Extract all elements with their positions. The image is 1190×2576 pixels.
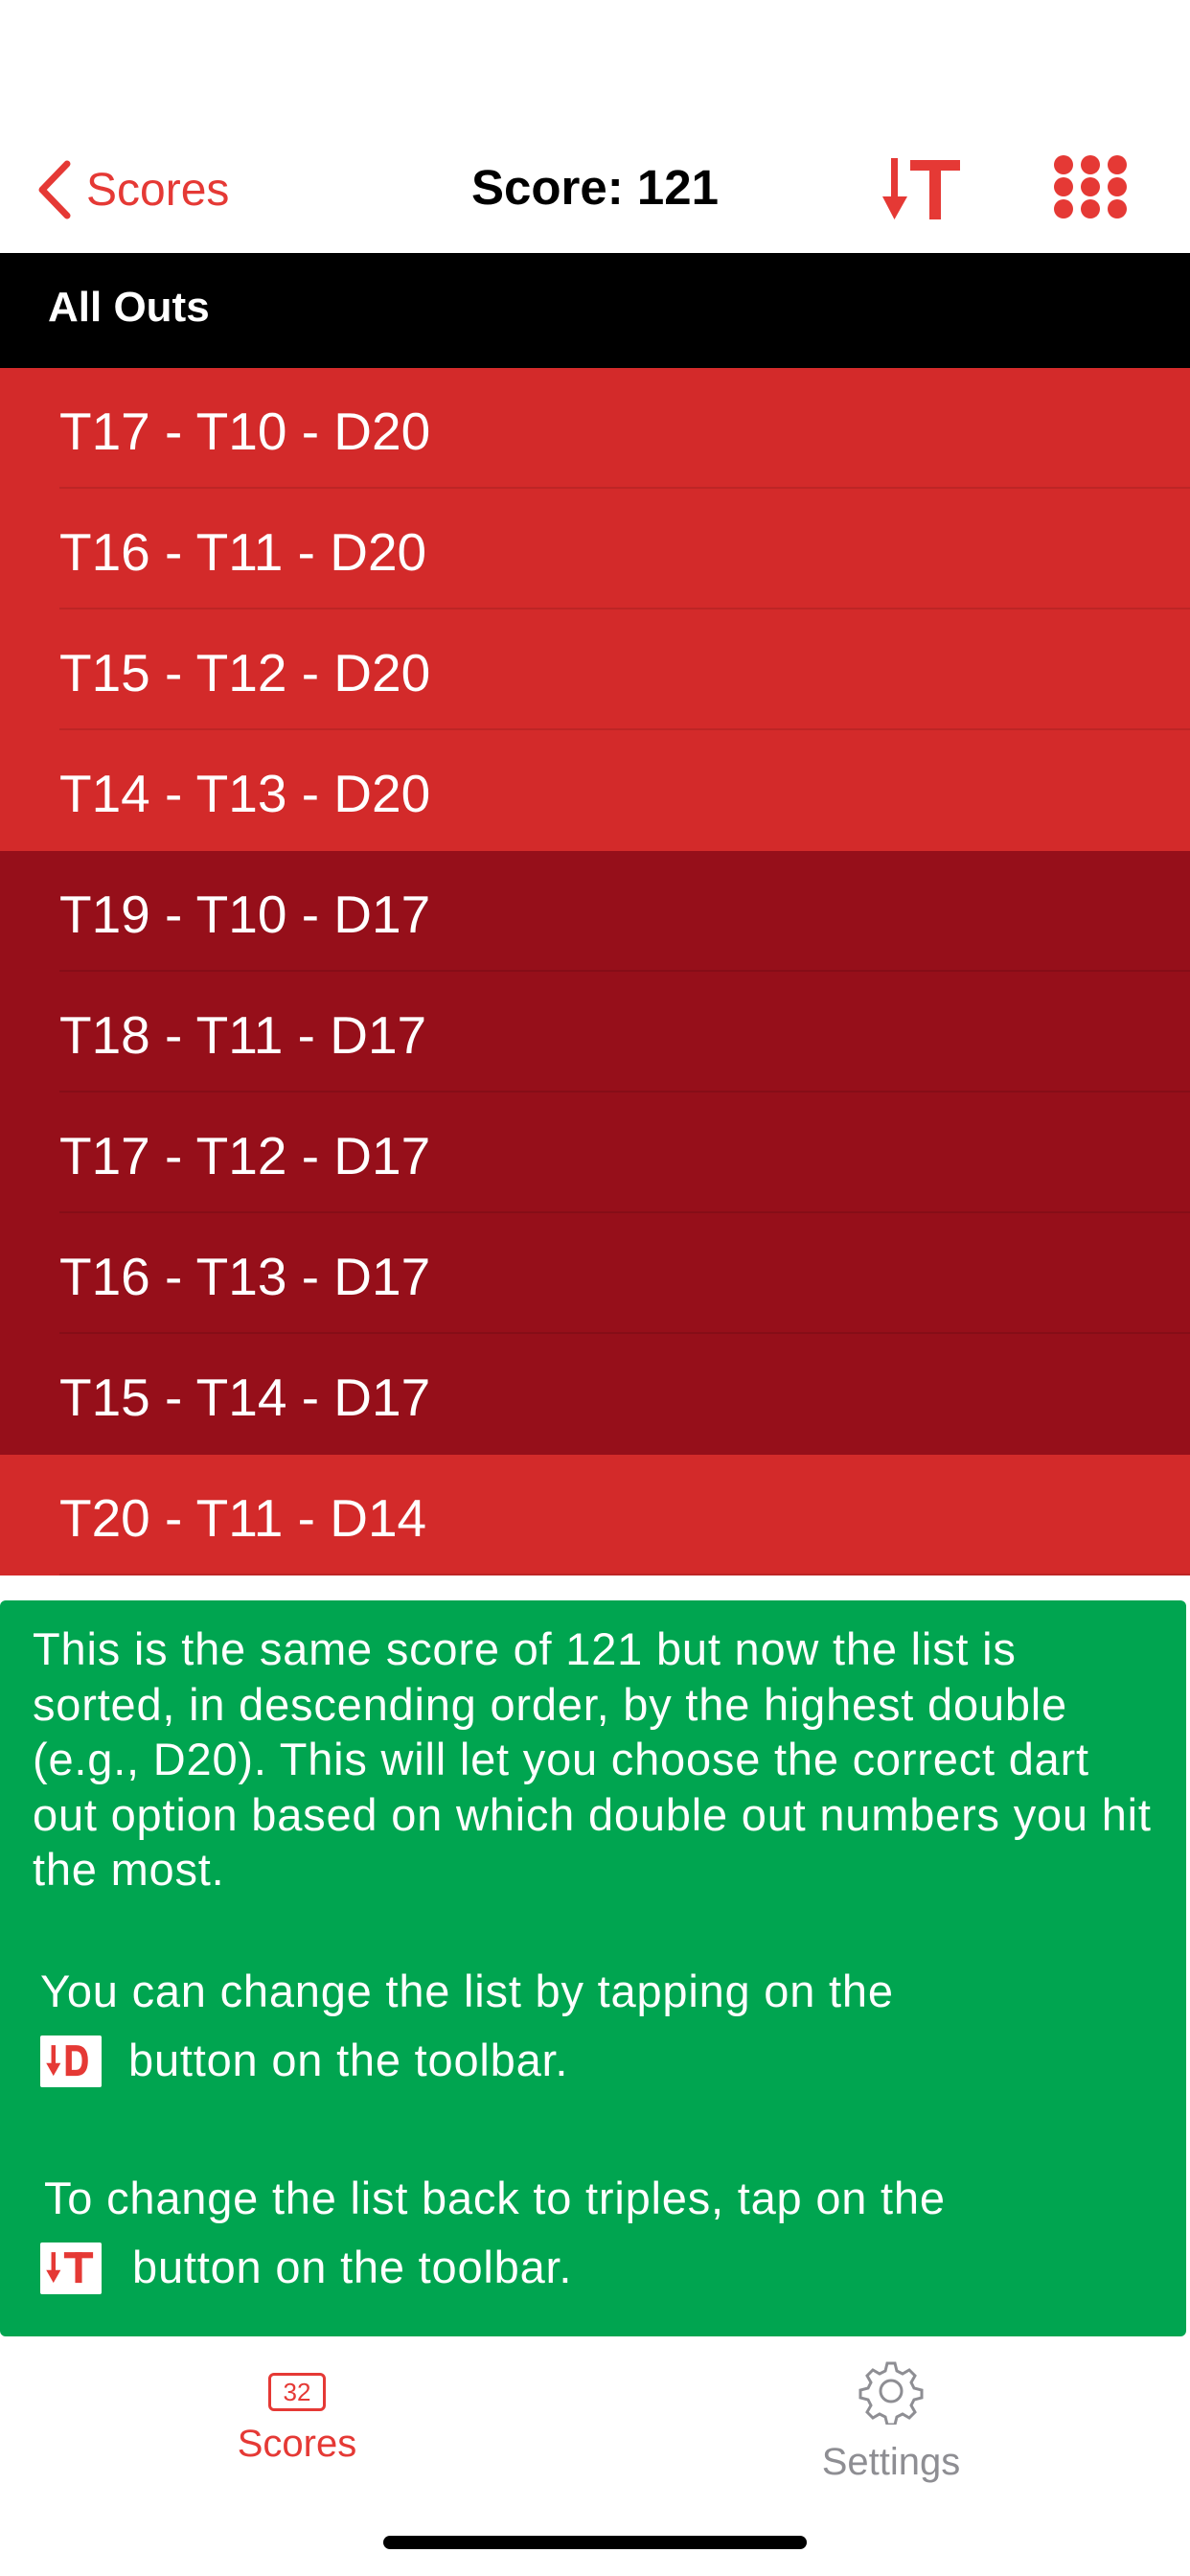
scores-tab-icon: 32 (268, 2373, 326, 2411)
sort-triples-icon (46, 2252, 94, 2284)
tutorial-toolbar-text: button on the toolbar. (128, 2035, 569, 2085)
row-separator (59, 1574, 1190, 1576)
list-item[interactable]: T20 - T11 - D14 (0, 1455, 1190, 1576)
tutorial-toolbar-text: button on the toolbar. (132, 2242, 573, 2292)
tutorial-paragraph-sorting: This is the same score of 121 but now th… (33, 1623, 1152, 1895)
list-item[interactable]: T19 - T10 - D17 (0, 851, 1190, 972)
home-indicator[interactable] (383, 2536, 807, 2549)
list-item[interactable]: T16 - T13 - D17 (0, 1213, 1190, 1334)
list-item[interactable]: T16 - T11 - D20 (0, 489, 1190, 610)
list-item[interactable]: T17 - T12 - D17 (0, 1092, 1190, 1213)
gear-icon (858, 2361, 924, 2426)
sort-doubles-chip (40, 2036, 102, 2087)
list-item-label: T16 - T11 - D20 (59, 522, 427, 582)
keypad-grid-button[interactable] (1052, 153, 1129, 226)
list-item-label: T20 - T11 - D14 (59, 1488, 427, 1548)
tab-scores-label: Scores (237, 2423, 357, 2465)
tutorial-change-list-text: You can change the list by tapping on th… (40, 1966, 894, 2016)
checkout-list[interactable]: T17 - T10 - D20 T16 - T11 - D20 T15 - T1… (0, 368, 1190, 1600)
list-item[interactable]: T17 - T10 - D20 (0, 368, 1190, 489)
list-item[interactable]: T15 - T12 - D20 (0, 610, 1190, 730)
list-item-label: T14 - T13 - D20 (59, 764, 431, 823)
list-item-label: T15 - T12 - D20 (59, 643, 431, 702)
tutorial-back-to-triples-text: To change the list back to triples, tap … (44, 2173, 946, 2223)
section-header: All Outs (0, 253, 1190, 368)
list-item-label: T19 - T10 - D17 (59, 885, 431, 944)
list-item[interactable]: T14 - T13 - D20 (0, 730, 1190, 851)
sort-triples-chip (40, 2242, 102, 2294)
list-item[interactable]: T18 - T11 - D17 (0, 972, 1190, 1092)
tab-bar: 32 Scores Settings (0, 2338, 1190, 2576)
list-item-label: T17 - T10 - D20 (59, 402, 431, 461)
list-item-label: T16 - T13 - D17 (59, 1247, 431, 1306)
keypad-grid-icon (1054, 155, 1127, 218)
page-title: Score: 121 (471, 160, 719, 215)
tutorial-overlay[interactable]: This is the same score of 121 but now th… (0, 1600, 1186, 2336)
sort-doubles-icon (46, 2045, 88, 2077)
sort-triples-button[interactable] (881, 153, 964, 226)
navigation-bar: Scores Score: 121 (0, 0, 1190, 253)
tab-settings-label: Settings (821, 2441, 961, 2483)
tab-scores[interactable]: 32 Scores (153, 2358, 441, 2466)
list-item[interactable]: T15 - T14 - D17 (0, 1334, 1190, 1455)
sort-triples-icon (882, 158, 960, 219)
list-item-label: T15 - T14 - D17 (59, 1368, 431, 1427)
section-header-label: All Outs (48, 284, 210, 331)
list-item-label: T17 - T12 - D17 (59, 1126, 431, 1185)
list-item-label: T18 - T11 - D17 (59, 1005, 427, 1065)
tab-settings[interactable]: Settings (747, 2358, 1035, 2484)
